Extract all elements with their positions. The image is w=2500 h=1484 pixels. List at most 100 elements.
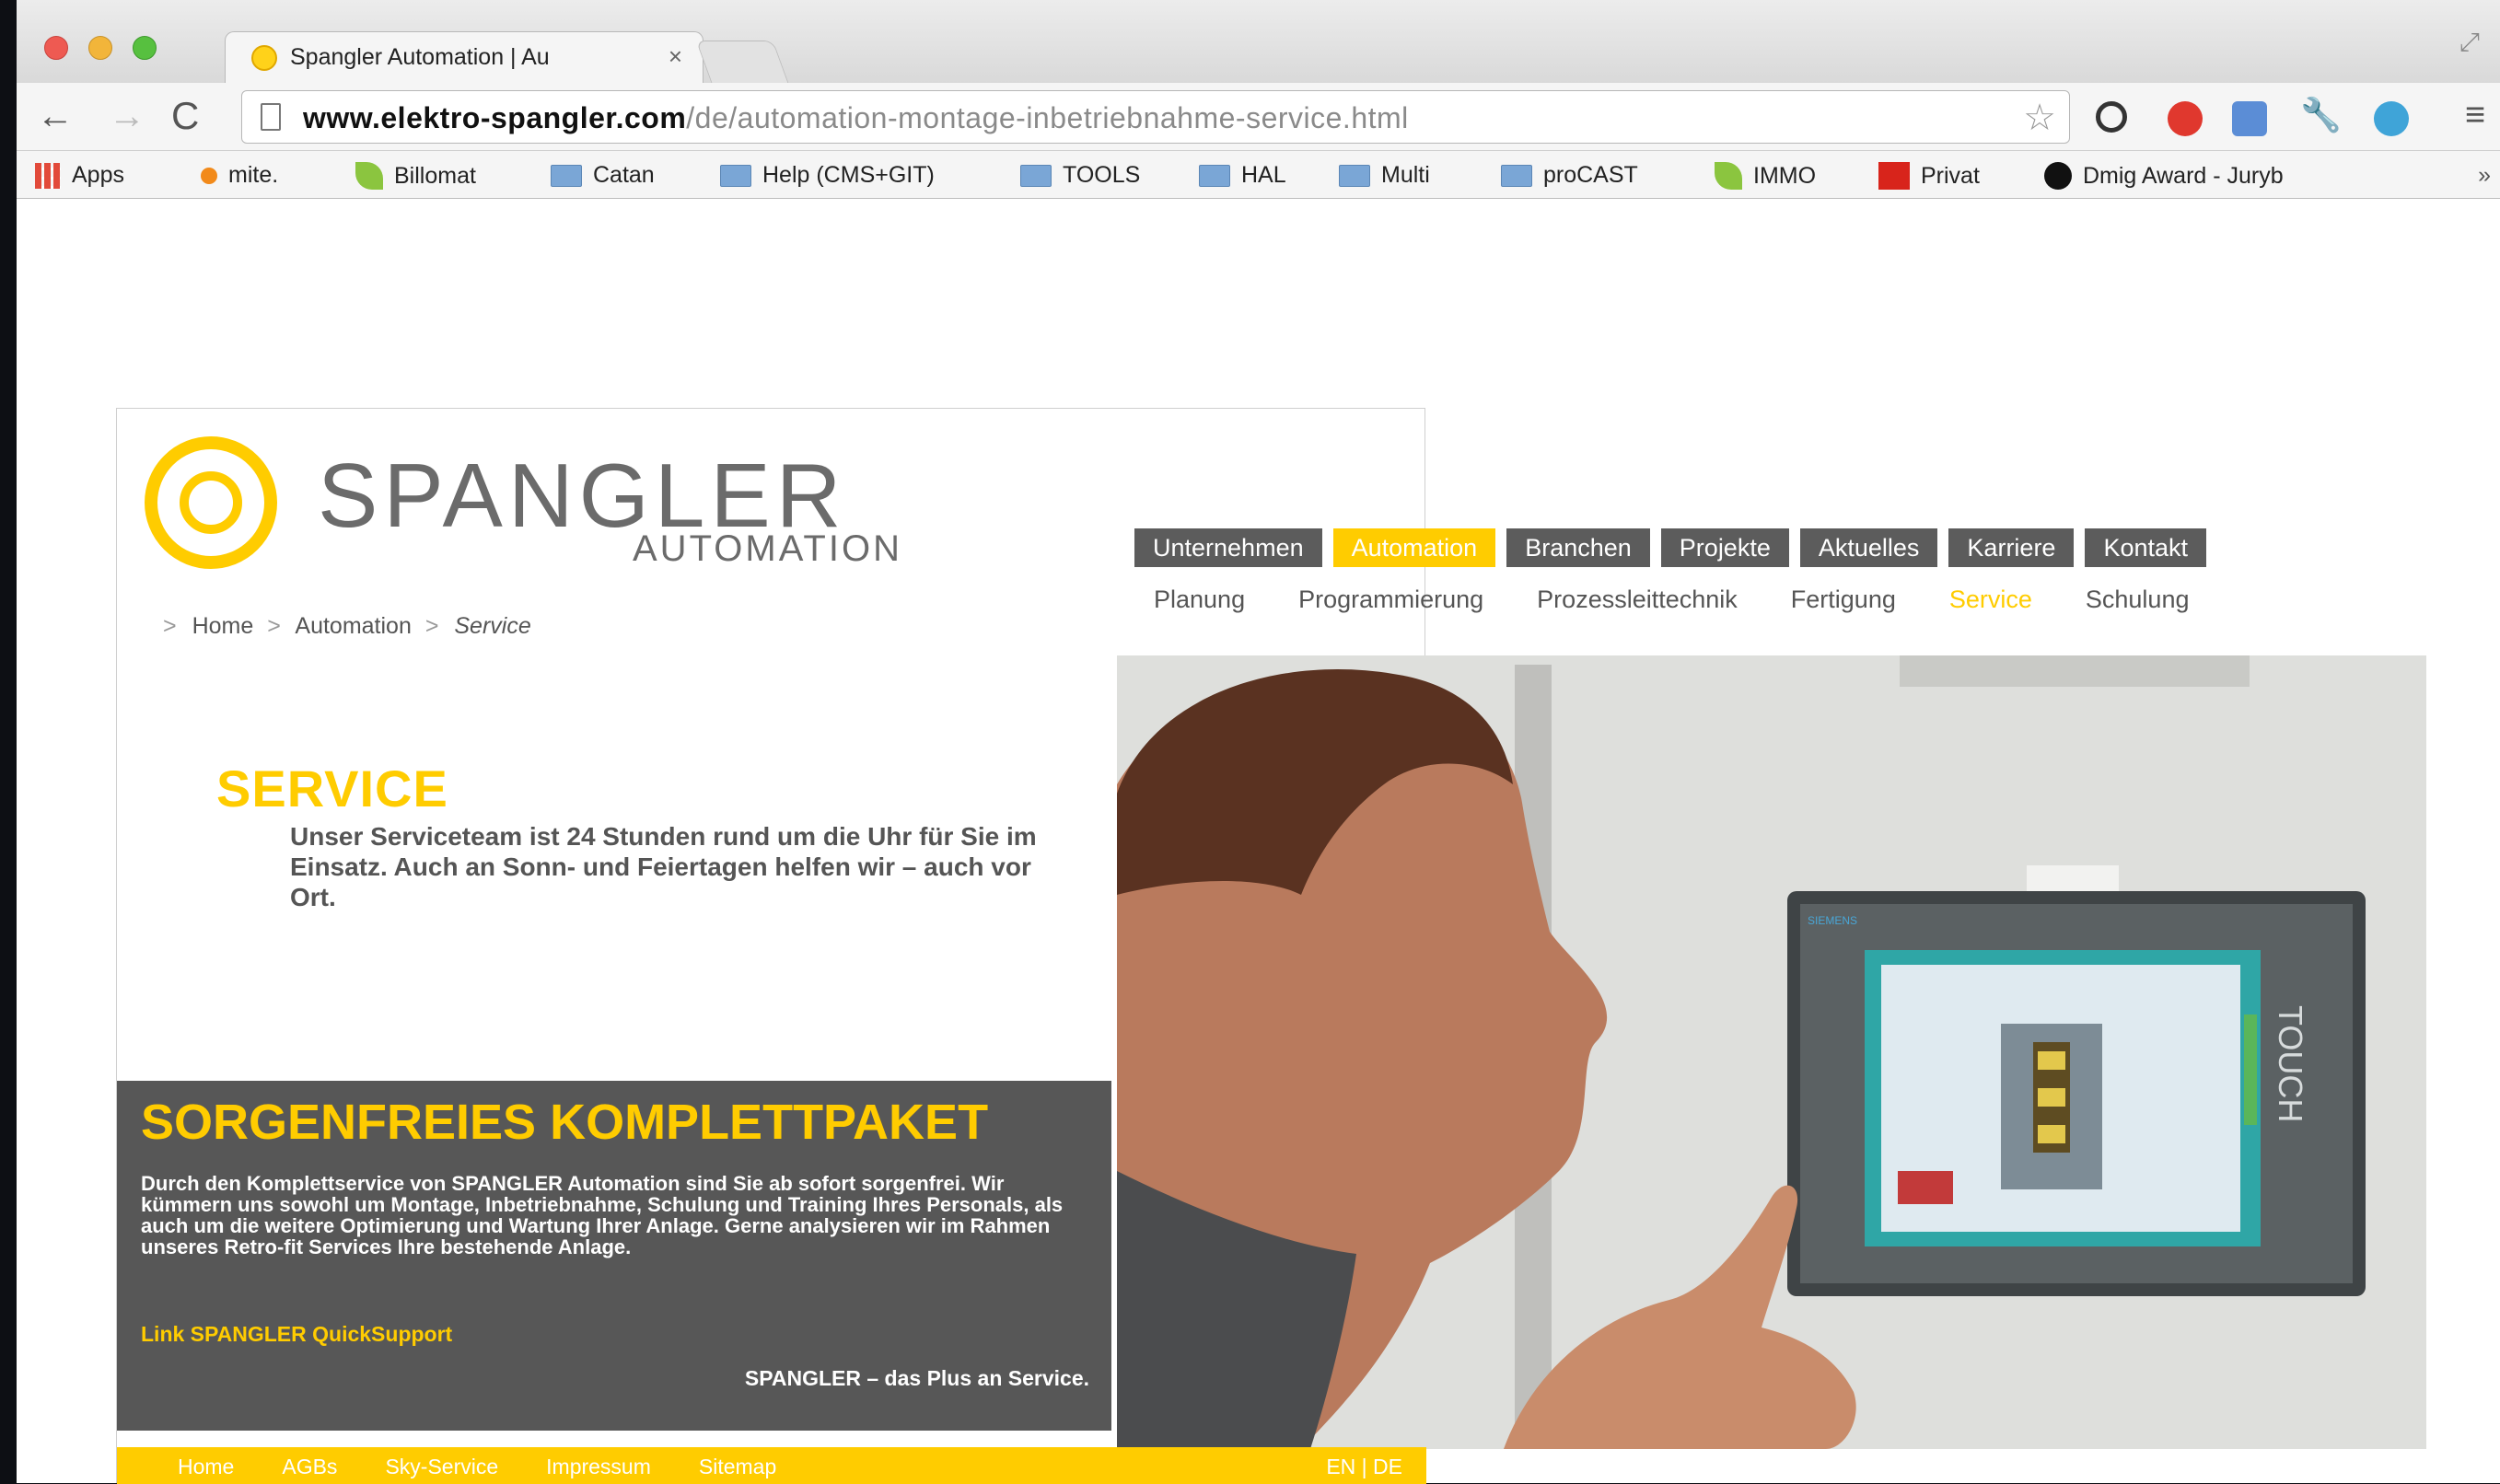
subnav-fertigung[interactable]: Fertigung — [1791, 585, 1896, 614]
bookmarks-overflow-icon[interactable]: » — [2478, 162, 2491, 189]
footer-link-agbs[interactable]: AGBs — [282, 1455, 337, 1479]
footer-link-home[interactable]: Home — [178, 1455, 234, 1479]
quicksupport-link[interactable]: Link SPANGLER QuickSupport — [141, 1322, 452, 1347]
website: SPANGLER AUTOMATION > Home > Automation … — [116, 408, 2426, 1484]
apple-icon — [2044, 162, 2072, 190]
bookmark-apps[interactable]: Apps — [35, 162, 124, 189]
bookmark-label: Privat — [1921, 162, 1980, 189]
bookmark-catan[interactable]: Catan — [551, 162, 655, 189]
close-window-button[interactable] — [44, 36, 68, 60]
bookmark-dmig[interactable]: Dmig Award - Juryb — [2044, 162, 2284, 190]
browser-toolbar: ← → C www.elektro-spangler.com/de/automa… — [17, 83, 2500, 151]
spangler-logo-icon[interactable] — [145, 436, 277, 569]
bookmark-tools[interactable]: TOOLS — [1020, 162, 1140, 189]
touch-label: TOUCH — [2272, 1005, 2309, 1122]
subnav-planung[interactable]: Planung — [1154, 585, 1245, 614]
breadcrumb-home[interactable]: Home — [192, 613, 254, 639]
folder-icon — [1501, 164, 1532, 187]
bookmark-label: Billomat — [394, 162, 476, 189]
bookmark-immo[interactable]: IMMO — [1715, 162, 1816, 190]
bookmark-label: HAL — [1241, 162, 1286, 188]
extension-ring-icon[interactable] — [2096, 101, 2127, 133]
logo-subtitle: AUTOMATION — [633, 528, 902, 569]
new-tab-button[interactable] — [695, 41, 789, 83]
reload-icon[interactable]: C — [171, 94, 199, 138]
bookmark-hal[interactable]: HAL — [1199, 162, 1286, 189]
globe-extension-icon[interactable] — [2374, 101, 2409, 136]
back-arrow-icon[interactable]: ← — [37, 94, 74, 138]
breadcrumb-separator: > — [424, 613, 439, 639]
leaf-icon — [355, 162, 383, 190]
breadcrumb-automation[interactable]: Automation — [295, 613, 411, 639]
folder-icon — [1020, 164, 1052, 187]
bookmarks-bar: Apps mite. Billomat Catan Help (CMS+GIT)… — [17, 151, 2500, 199]
hero-photo: TOUCH SIEMENS — [1117, 655, 2426, 1449]
apps-grid-icon — [35, 162, 61, 189]
forward-arrow-icon[interactable]: → — [109, 94, 145, 138]
bookmark-label: IMMO — [1753, 162, 1817, 189]
bookmark-label: proCAST — [1543, 162, 1638, 188]
package-slogan: SPANGLER – das Plus an Service. — [744, 1366, 1089, 1390]
sub-nav: Planung Programmierung Prozessleittechni… — [1154, 585, 2189, 614]
bookmark-privat[interactable]: Privat — [1878, 162, 1980, 190]
wrench-extension-icon[interactable]: 🔧 — [2300, 96, 2342, 133]
bookmark-procast[interactable]: proCAST — [1501, 162, 1638, 189]
nav-karriere[interactable]: Karriere — [1948, 528, 2075, 567]
breadcrumb: > Home > Automation > Service — [163, 613, 539, 640]
folder-icon — [551, 164, 582, 187]
nav-branchen[interactable]: Branchen — [1506, 528, 1650, 567]
bookmark-multi[interactable]: Multi — [1339, 162, 1430, 189]
footer-link-sky-service[interactable]: Sky-Service — [385, 1455, 498, 1479]
tab-title: Spangler Automation | Au — [290, 44, 550, 70]
service-heading: SERVICE — [216, 759, 448, 817]
nav-kontakt[interactable]: Kontakt — [2085, 528, 2207, 567]
siemens-label: SIEMENS — [1808, 914, 1857, 927]
leaf-icon — [1715, 162, 1742, 190]
bookmark-help[interactable]: Help (CMS+GIT) — [720, 162, 935, 189]
minimize-window-button[interactable] — [88, 36, 112, 60]
subnav-schulung[interactable]: Schulung — [2086, 585, 2190, 614]
zoom-window-button[interactable] — [133, 36, 157, 60]
breadcrumb-separator: > — [163, 613, 177, 639]
language-switch[interactable]: EN | DE — [1326, 1455, 1402, 1479]
service-intro-text: Unser Serviceteam ist 24 Stunden rund um… — [290, 822, 1037, 911]
page-icon — [261, 103, 281, 131]
logo-name[interactable]: SPANGLER — [318, 449, 846, 541]
subnav-prozessleittechnik[interactable]: Prozessleittechnik — [1537, 585, 1738, 614]
url-host: www.elektro-spangler.com — [303, 101, 687, 134]
bookmark-billomat[interactable]: Billomat — [355, 162, 476, 190]
nav-aktuelles[interactable]: Aktuelles — [1799, 528, 1938, 567]
bookmark-label: Multi — [1381, 162, 1430, 188]
nav-projekte[interactable]: Projekte — [1660, 528, 1789, 567]
fullscreen-icon[interactable]: ⤢ — [2459, 28, 2480, 58]
bookmark-star-icon[interactable]: ☆ — [2023, 97, 2056, 139]
technician-touch-panel-image: TOUCH SIEMENS — [1117, 655, 2426, 1449]
site-footer: Home AGBs Sky-Service Impressum Sitemap … — [117, 1447, 1426, 1484]
bookmark-label: mite. — [228, 162, 279, 188]
url-path: /de/automation-montage-inbetriebnahme-se… — [686, 101, 1409, 134]
folder-icon — [720, 164, 751, 187]
package-heading: SORGENFREIES KOMPLETTPAKET — [141, 1095, 989, 1150]
subnav-programmierung[interactable]: Programmierung — [1298, 585, 1483, 614]
subnav-service[interactable]: Service — [1949, 585, 2032, 614]
bookmark-label: Apps — [72, 162, 124, 188]
bookmark-mite[interactable]: mite. — [201, 162, 278, 189]
footer-links: Home AGBs Sky-Service Impressum Sitemap — [178, 1455, 776, 1479]
url-text[interactable]: www.elektro-spangler.com/de/automation-m… — [303, 101, 1409, 135]
browser-window: Spangler Automation | Au × ⤢ ← → C www.e… — [17, 0, 2500, 1484]
main-nav: Unternehmen Automation Branchen Projekte… — [1134, 528, 2207, 567]
footer-link-impressum[interactable]: Impressum — [546, 1455, 651, 1479]
address-bar[interactable]: www.elektro-spangler.com/de/automation-m… — [241, 90, 2070, 144]
nav-automation[interactable]: Automation — [1332, 528, 1496, 567]
footer-link-sitemap[interactable]: Sitemap — [699, 1455, 776, 1479]
site-favicon-icon — [251, 45, 277, 71]
extension-window-icon[interactable] — [2232, 101, 2267, 136]
adblock-extension-icon[interactable] — [2168, 101, 2203, 136]
orange-dot-icon — [201, 167, 217, 184]
tab-close-icon[interactable]: × — [669, 42, 682, 71]
browser-tab-active[interactable]: Spangler Automation | Au × — [225, 31, 703, 83]
browser-menu-icon[interactable]: ≡ — [2465, 96, 2485, 135]
breadcrumb-separator: > — [267, 613, 281, 639]
nav-unternehmen[interactable]: Unternehmen — [1134, 528, 1322, 567]
bookmark-label: Help (CMS+GIT) — [762, 162, 935, 188]
